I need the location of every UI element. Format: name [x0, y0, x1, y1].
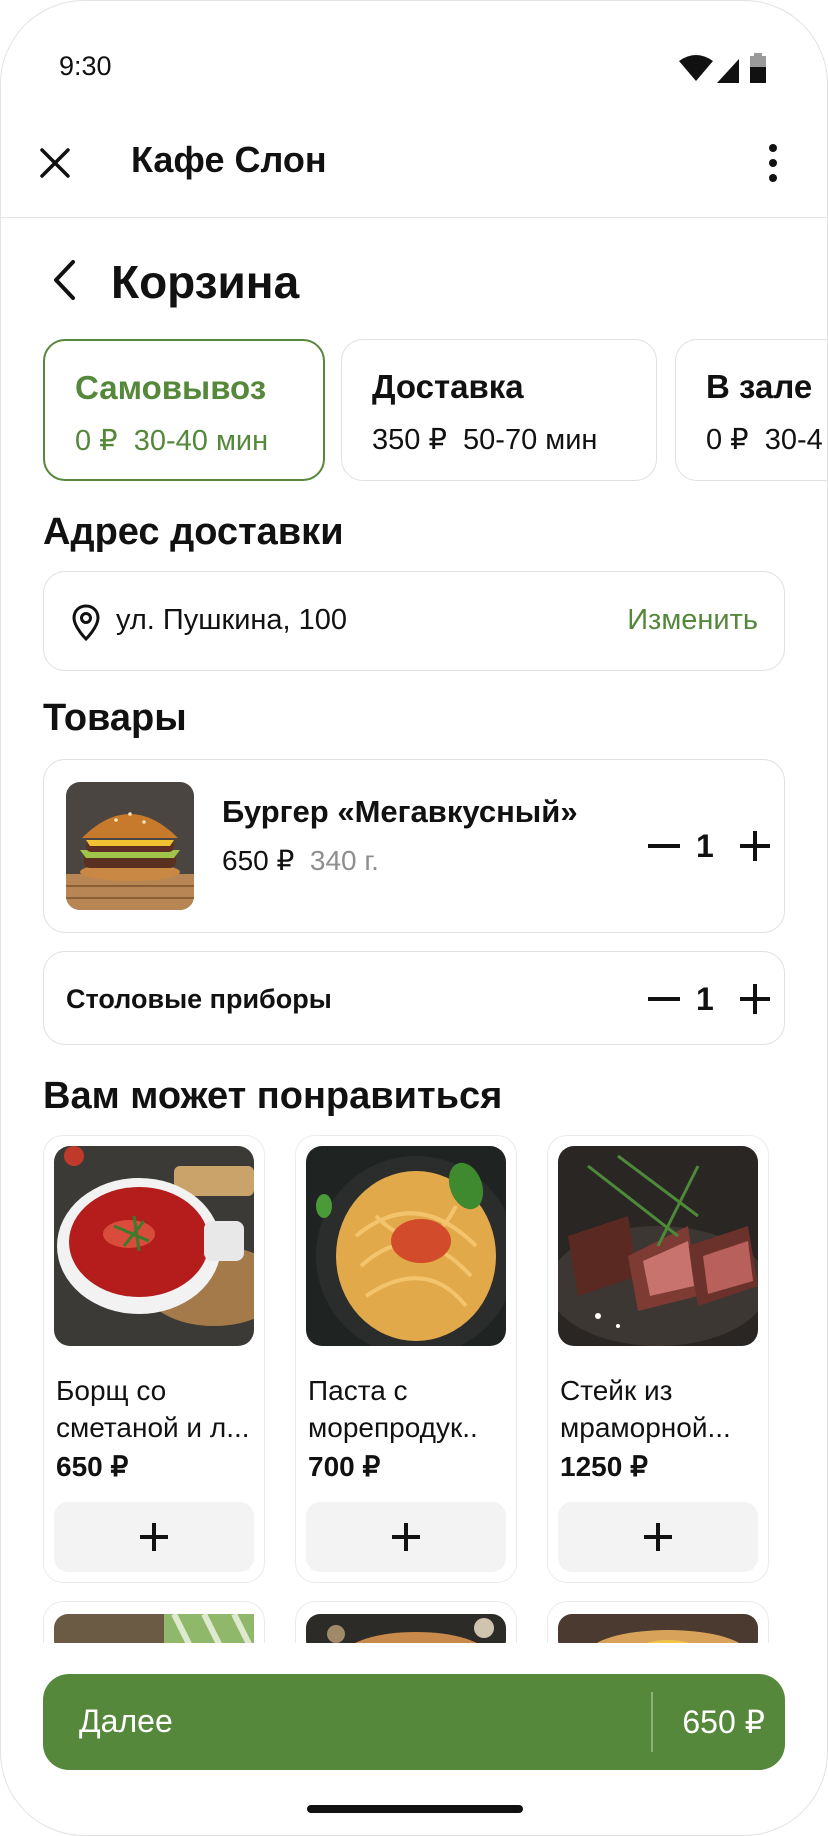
- add-recommendation-button[interactable]: [54, 1502, 254, 1572]
- delivery-option-time: 50-70 мин: [463, 424, 598, 456]
- pizza-image: [306, 1614, 506, 1643]
- status-time: 9:30: [59, 51, 112, 81]
- recommendation-name-line2: мраморной...: [560, 1412, 731, 1443]
- recommendation-name: Стейк из мраморной...: [560, 1372, 760, 1446]
- cutlery-card: Столовые приборы 1: [43, 951, 785, 1045]
- recommendation-price: 700 ₽: [308, 1451, 381, 1482]
- cart-item-name: Бургер «Мегавкусный»: [222, 794, 578, 829]
- recommendation-name-line1: Стейк из: [560, 1375, 673, 1406]
- delivery-option-details: 0 ₽ 30-40 мин: [75, 423, 268, 458]
- cart-total: 650 ₽: [682, 1704, 765, 1740]
- more-vert-icon[interactable]: [763, 143, 783, 183]
- delivery-option-time: 30-4: [764, 424, 823, 456]
- borscht-image: [54, 1146, 254, 1346]
- app-title: Кафе Слон: [131, 139, 327, 180]
- recommendation-price: 650 ₽: [56, 1451, 129, 1482]
- recommendation-card[interactable]: [547, 1601, 769, 1643]
- phone-screen: 9:30 Кафе Слон Корзина Самовывоз 0 ₽ 30-…: [0, 0, 828, 1836]
- pasta-image: [306, 1146, 506, 1346]
- delivery-option-details: 0 ₽ 30-4: [706, 422, 823, 457]
- add-recommendation-button[interactable]: [306, 1502, 506, 1572]
- plus-icon: [140, 1523, 168, 1551]
- change-address-link[interactable]: Изменить: [627, 604, 758, 637]
- recommendation-card[interactable]: Стейк из мраморной... 1250 ₽: [547, 1135, 769, 1583]
- cart-item-card: Бургер «Мегавкусный» 650 ₽ 340 г. 1: [43, 759, 785, 933]
- delivery-option-price: 350 ₽: [372, 424, 447, 456]
- recommendation-card[interactable]: Паста с морепродук.. 700 ₽: [295, 1135, 517, 1583]
- app-bar-divider: [1, 217, 827, 218]
- burger-image: [66, 782, 194, 910]
- plus-icon: [392, 1523, 420, 1551]
- address-card[interactable]: ул. Пушкина, 100 Изменить: [43, 571, 785, 671]
- status-icons: [679, 53, 766, 83]
- recommendation-name-line2: морепродук..: [308, 1412, 478, 1443]
- add-recommendation-button[interactable]: [558, 1502, 758, 1572]
- plus-icon: [644, 1523, 672, 1551]
- recommendation-card[interactable]: [295, 1601, 517, 1643]
- back-arrow-icon[interactable]: [51, 259, 77, 301]
- delivery-option-time: 30-40 мин: [133, 425, 269, 457]
- recommendation-name-line1: Борщ со: [56, 1375, 167, 1406]
- next-button-label: Далее: [79, 1703, 173, 1739]
- address-section-title: Адрес доставки: [43, 511, 344, 553]
- khachapuri-image: [558, 1614, 758, 1643]
- delivery-option-name: В зале: [706, 368, 813, 405]
- recommendation-card[interactable]: [43, 1601, 265, 1643]
- delivery-option-name: Самовывоз: [75, 369, 267, 406]
- increase-cutlery-button[interactable]: [740, 984, 770, 1014]
- cart-item-qty: 1: [696, 828, 714, 864]
- delivery-option-hall[interactable]: В зале 0 ₽ 30-4: [675, 339, 827, 481]
- recommendation-card[interactable]: Борщ со сметаной и л... 650 ₽: [43, 1135, 265, 1583]
- next-button-divider: [651, 1692, 653, 1752]
- decrease-cutlery-button[interactable]: [648, 997, 680, 1001]
- cutlery-qty: 1: [696, 981, 714, 1017]
- recommendation-name: Борщ со сметаной и л...: [56, 1372, 256, 1446]
- delivery-option-price: 0 ₽: [706, 424, 749, 456]
- salad-image: [54, 1614, 254, 1643]
- delivery-option-pickup[interactable]: Самовывоз 0 ₽ 30-40 мин: [43, 339, 325, 481]
- cart-item-weight: 340 г.: [309, 845, 379, 876]
- recommendation-name-line1: Паста с: [308, 1375, 408, 1406]
- wifi-icon: [679, 55, 713, 81]
- cart-item-price-line: 650 ₽ 340 г.: [222, 844, 379, 877]
- signal-icon: [717, 59, 739, 83]
- home-indicator[interactable]: [307, 1805, 523, 1813]
- goods-section-title: Товары: [43, 697, 187, 739]
- delivery-option-name: Доставка: [372, 368, 524, 405]
- cutlery-label: Столовые приборы: [66, 984, 332, 1014]
- recommendations-title: Вам может понравиться: [43, 1075, 503, 1117]
- delivery-option-details: 350 ₽ 50-70 мин: [372, 422, 597, 457]
- next-button[interactable]: Далее 650 ₽: [43, 1674, 785, 1770]
- recommendation-name-line2: сметаной и л...: [56, 1412, 250, 1443]
- location-pin-icon: [72, 604, 100, 642]
- address-value: ул. Пушкина, 100: [116, 604, 348, 636]
- increase-qty-button[interactable]: [740, 831, 770, 861]
- recommendation-name: Паста с морепродук..: [308, 1372, 508, 1446]
- battery-icon: [750, 53, 766, 83]
- delivery-option-price: 0 ₽: [75, 425, 118, 457]
- recommendation-price: 1250 ₽: [560, 1451, 648, 1482]
- delivery-option-delivery[interactable]: Доставка 350 ₽ 50-70 мин: [341, 339, 657, 481]
- page-title: Корзина: [111, 256, 300, 308]
- cart-item-price: 650 ₽: [222, 845, 295, 876]
- close-icon[interactable]: [39, 147, 71, 179]
- decrease-qty-button[interactable]: [648, 844, 680, 848]
- steak-image: [558, 1146, 758, 1346]
